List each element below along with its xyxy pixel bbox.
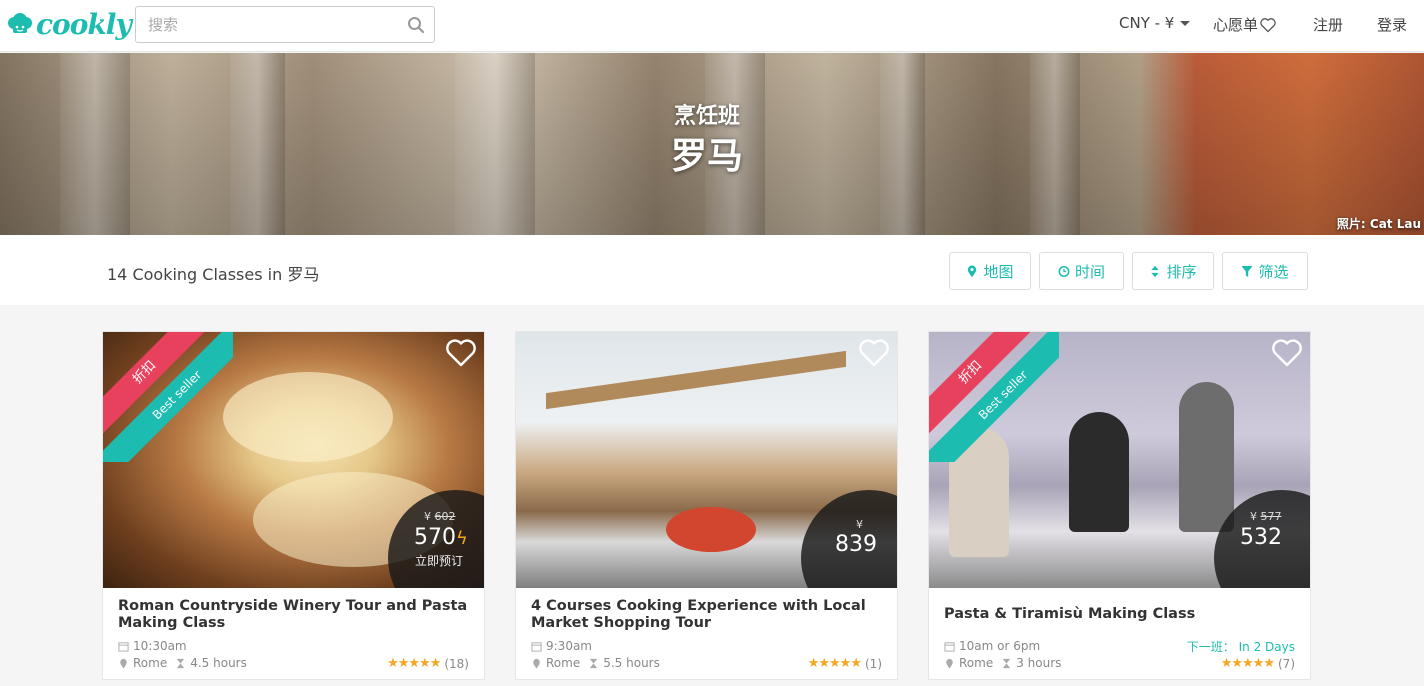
class-photo[interactable]: ¥ 839 bbox=[516, 332, 897, 588]
chef-hat-icon bbox=[8, 13, 32, 33]
filter-bar: 14 Cooking Classes in 罗马 地图 时间 排序 筛选 bbox=[0, 235, 1424, 305]
price-badge[interactable]: ¥ 839 bbox=[801, 490, 897, 588]
class-title[interactable]: 4 Courses Cooking Experience with Local … bbox=[531, 598, 889, 632]
time-button[interactable]: 时间 bbox=[1039, 252, 1124, 290]
caret-down-icon bbox=[1180, 21, 1191, 26]
currency-dropdown[interactable]: CNY - ¥ bbox=[1119, 14, 1192, 32]
map-button-label: 地图 bbox=[983, 262, 1014, 281]
next-class-value: In 2 Days bbox=[1238, 640, 1295, 654]
price-currency: ¥ bbox=[856, 518, 863, 531]
search-icon[interactable] bbox=[407, 16, 425, 34]
time-button-label: 时间 bbox=[1074, 262, 1105, 281]
photo-credit: 照片: Cat Lau bbox=[1336, 217, 1421, 231]
rating: ★★★★★ (7) bbox=[1221, 656, 1295, 671]
wishlist-heart-icon[interactable] bbox=[857, 338, 891, 368]
map-pin-icon bbox=[968, 264, 977, 277]
person-decor bbox=[1069, 412, 1129, 532]
original-price: ¥ 602 bbox=[424, 510, 456, 523]
search-input[interactable] bbox=[136, 7, 386, 42]
star-rating-icon: ★★★★★ bbox=[387, 656, 441, 671]
calendar-icon bbox=[531, 641, 542, 652]
hourglass-icon bbox=[590, 658, 598, 668]
review-count: (7) bbox=[1278, 656, 1295, 671]
hourglass-icon bbox=[177, 658, 185, 668]
original-price: ¥ 577 bbox=[1250, 510, 1282, 523]
calendar-icon bbox=[118, 641, 129, 652]
search-box bbox=[135, 6, 435, 43]
wishlist-heart-icon[interactable] bbox=[444, 338, 478, 368]
heart-icon bbox=[1260, 17, 1276, 32]
calendar-icon bbox=[944, 641, 955, 652]
result-count: 14 Cooking Classes in 罗马 bbox=[107, 265, 320, 284]
filter-button[interactable]: 筛选 bbox=[1222, 252, 1308, 290]
filter-button-label: 筛选 bbox=[1258, 262, 1289, 281]
signup-link[interactable]: 注册 bbox=[1313, 14, 1343, 35]
person-decor bbox=[1179, 382, 1234, 532]
review-count: (18) bbox=[444, 656, 469, 671]
location-pin-icon bbox=[946, 658, 953, 669]
class-title[interactable]: Pasta & Tiramisù Making Class bbox=[944, 606, 1302, 623]
top-header: cookly CNY - ¥ 心愿单 注册 登录 bbox=[0, 0, 1424, 52]
hero-subtitle: 烹饪班 bbox=[673, 104, 740, 129]
cookly-logo[interactable]: cookly bbox=[6, 8, 132, 42]
class-time: 10:30am bbox=[118, 639, 187, 653]
wishlist-label: 心愿单 bbox=[1213, 16, 1259, 34]
star-rating-icon: ★★★★★ bbox=[1220, 656, 1275, 671]
shelf-decor bbox=[546, 350, 846, 410]
instant-book-icon: ϟ bbox=[456, 528, 468, 549]
hourglass-icon bbox=[1003, 658, 1011, 668]
wishlist-heart-icon[interactable] bbox=[1270, 338, 1304, 368]
funnel-icon bbox=[1241, 265, 1253, 277]
sort-button-label: 排序 bbox=[1166, 262, 1197, 281]
rating: ★★★★★ (1) bbox=[808, 656, 882, 671]
login-link[interactable]: 登录 bbox=[1377, 14, 1407, 35]
class-title[interactable]: Roman Countryside Winery Tour and Pasta … bbox=[118, 598, 476, 632]
wishlist-link[interactable]: 心愿单 bbox=[1213, 14, 1277, 35]
ribbon-badges: Best seller 折扣 bbox=[103, 332, 233, 462]
class-photo[interactable]: Best seller 折扣 ¥ 602 570ϟ 立即预订 bbox=[103, 332, 484, 588]
map-button[interactable]: 地图 bbox=[949, 252, 1031, 290]
current-price: 839 bbox=[835, 532, 877, 557]
logo-text: cookly bbox=[36, 8, 132, 41]
class-photo[interactable]: Best seller 折扣 ¥ 577 532 bbox=[929, 332, 1310, 588]
current-price: 570ϟ bbox=[414, 525, 468, 550]
location-pin-icon bbox=[120, 658, 127, 669]
ribbon-badges: Best seller 折扣 bbox=[929, 332, 1059, 462]
class-location-duration: Rome 3 hours bbox=[944, 656, 1061, 670]
sort-button[interactable]: 排序 bbox=[1132, 252, 1214, 290]
current-price: 532 bbox=[1240, 525, 1282, 550]
review-count: (1) bbox=[865, 656, 882, 671]
class-card[interactable]: Best seller 折扣 ¥ 577 532 Pasta & Tiramis… bbox=[928, 331, 1311, 680]
pasta-nest-decor bbox=[223, 372, 393, 462]
clock-icon bbox=[1058, 265, 1070, 277]
sort-icon bbox=[1151, 265, 1160, 277]
class-location-duration: Rome 5.5 hours bbox=[531, 656, 660, 670]
hero-banner: 烹饪班 罗马 照片: Cat Lau bbox=[0, 53, 1424, 235]
hero-title: 罗马 bbox=[670, 136, 743, 177]
class-card[interactable]: ¥ 839 4 Courses Cooking Experience with … bbox=[515, 331, 898, 680]
class-time: 9:30am bbox=[531, 639, 592, 653]
class-card[interactable]: Best seller 折扣 ¥ 602 570ϟ 立即预订 Roman Cou… bbox=[102, 331, 485, 680]
next-class: 下一班： In 2 Days bbox=[1187, 638, 1295, 655]
class-time: 10am or 6pm bbox=[944, 639, 1040, 653]
class-location-duration: Rome 4.5 hours bbox=[118, 656, 247, 670]
currency-label: CNY - ¥ bbox=[1119, 14, 1175, 32]
star-rating-icon: ★★★★★ bbox=[807, 656, 862, 671]
location-pin-icon bbox=[533, 658, 540, 669]
next-class-label: 下一班： bbox=[1186, 640, 1235, 654]
book-now-label: 立即预订 bbox=[415, 554, 464, 568]
pan-decor bbox=[666, 507, 756, 552]
rating: ★★★★★ (18) bbox=[387, 656, 469, 671]
